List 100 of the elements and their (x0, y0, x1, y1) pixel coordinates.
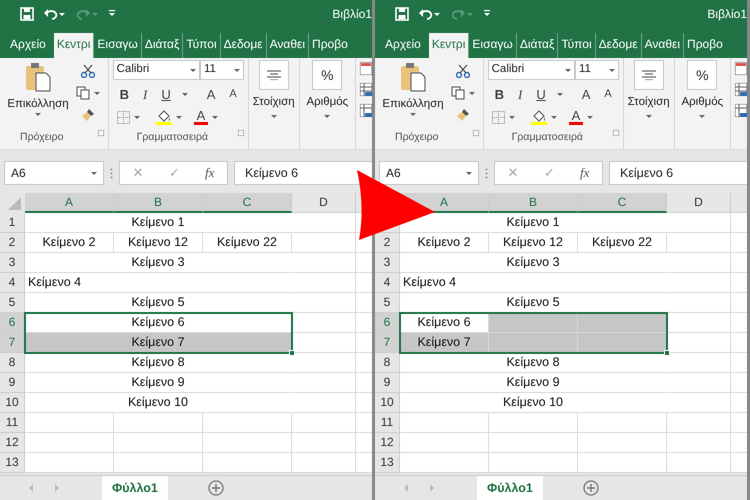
paste-button[interactable]: Επικόλληση (379, 60, 447, 122)
column-header[interactable]: D (319, 195, 328, 209)
table-format-icon[interactable] (360, 83, 372, 96)
shrink-font-button[interactable]: A (226, 89, 240, 100)
row-header[interactable]: 10 (380, 395, 394, 409)
copy-button[interactable] (451, 86, 475, 100)
row-header[interactable]: 8 (384, 355, 390, 369)
underline-button[interactable]: U (533, 88, 549, 101)
font-dropdown[interactable]: Calibri (488, 60, 575, 80)
name-box[interactable]: A6 (379, 161, 479, 185)
column-header[interactable]: C (578, 193, 667, 213)
font-color-button[interactable]: A (568, 109, 594, 125)
font-dropdown[interactable]: Calibri (112, 60, 200, 80)
size-dropdown[interactable]: 11 (200, 60, 244, 80)
row-header[interactable]: 5 (384, 295, 390, 309)
row-header[interactable]: 7 (0, 333, 25, 353)
cell-styles-icon[interactable] (360, 104, 372, 117)
name-box[interactable]: A6 (4, 161, 104, 185)
customize-icon[interactable] (483, 10, 491, 18)
borders-button[interactable] (116, 110, 140, 124)
empty-cell (667, 393, 731, 413)
row-header[interactable]: 12 (5, 435, 19, 449)
group-label: Γραμματοσειρά (136, 130, 208, 146)
column-header[interactable]: A (25, 193, 114, 213)
ribbon-tab[interactable]: Αρχείο (381, 32, 429, 58)
row-header[interactable]: 6 (375, 313, 400, 333)
row-header[interactable]: 3 (8, 255, 16, 269)
empty-cell (292, 273, 356, 293)
number-format-button[interactable]: % Αριθμός (681, 60, 724, 118)
row-header[interactable]: 9 (384, 375, 390, 389)
row-header[interactable]: 11 (6, 415, 18, 429)
row-header[interactable]: 10 (5, 395, 19, 409)
column-header[interactable]: B (489, 193, 578, 213)
caret-icon (508, 116, 515, 118)
borders-button[interactable] (492, 110, 515, 124)
formula-field[interactable]: Κείμενο 6 (609, 161, 747, 185)
add-sheet-icon[interactable] (208, 480, 224, 496)
customize-icon[interactable] (108, 10, 116, 18)
row-header[interactable]: 6 (0, 313, 25, 333)
grow-font-button[interactable]: A (204, 88, 218, 101)
sheet-tab[interactable]: Φύλλο1 (102, 476, 168, 500)
sheet-tab[interactable]: Φύλλο1 (477, 476, 543, 500)
ribbon-tab[interactable]: Κεντρι (54, 32, 94, 58)
table-cell: Κείμενο 22 (203, 233, 292, 253)
conditional-format-icon[interactable] (735, 62, 747, 75)
font-color-button[interactable]: A (194, 109, 218, 125)
save-icon[interactable] (395, 7, 409, 21)
row-header[interactable]: 5 (8, 295, 16, 309)
row-header[interactable]: 4 (384, 275, 390, 289)
bold-button[interactable]: B (492, 88, 508, 101)
grow-font-button[interactable]: A (578, 88, 594, 101)
fill-color-button[interactable] (530, 109, 557, 125)
cell-styles-icon[interactable] (735, 104, 747, 117)
row-header[interactable]: 9 (8, 375, 16, 389)
row-header[interactable]: 8 (8, 355, 16, 369)
formula-field[interactable]: Κείμενο 6 (234, 161, 372, 185)
table-format-icon[interactable] (735, 83, 747, 96)
conditional-format-icon[interactable] (360, 62, 372, 75)
number-format-button[interactable]: % Αριθμός (306, 60, 348, 118)
bold-button[interactable]: B (116, 88, 132, 101)
table-cell: Κείμενο 10 (400, 393, 667, 413)
row-header[interactable]: 2 (8, 235, 16, 249)
add-sheet-icon[interactable] (582, 480, 599, 496)
row-header[interactable]: 7 (375, 333, 400, 353)
copy-button[interactable] (76, 86, 100, 100)
size-dropdown[interactable]: 11 (574, 60, 619, 80)
fill-color-button[interactable] (156, 109, 182, 125)
row-header[interactable]: 2 (384, 235, 390, 249)
italic-button[interactable]: I (140, 88, 150, 101)
ribbon-tab[interactable]: Κεντρι (428, 32, 468, 58)
column-header[interactable]: B (114, 193, 203, 213)
insert-function-button[interactable]: fx (205, 163, 214, 183)
row-header[interactable]: 13 (5, 455, 19, 469)
insert-function-button[interactable]: fx (580, 163, 590, 183)
paste-button[interactable]: Επικόλληση (4, 60, 72, 122)
italic-button[interactable]: I (515, 88, 526, 101)
save-icon[interactable] (20, 7, 34, 21)
shrink-font-button[interactable]: A (601, 89, 615, 100)
launcher-icon[interactable] (612, 130, 619, 136)
alignment-button[interactable]: Στοίχιση (628, 60, 670, 118)
underline-button[interactable]: U (158, 88, 174, 101)
fill-handle[interactable] (664, 350, 670, 356)
ribbon-tab[interactable]: Αρχείο (6, 32, 54, 58)
row-header[interactable]: 12 (380, 435, 394, 449)
column-header[interactable]: D (694, 195, 703, 209)
row-header[interactable]: 3 (384, 255, 390, 269)
launcher-icon[interactable] (472, 130, 479, 136)
launcher-icon[interactable] (238, 130, 244, 136)
column-header[interactable]: C (203, 193, 292, 213)
fill-handle[interactable] (289, 350, 295, 356)
row-header[interactable]: 1 (8, 215, 16, 229)
table-cell: Κείμενο 9 (400, 373, 667, 393)
caret-icon (176, 116, 182, 118)
row-header[interactable]: 13 (380, 455, 394, 469)
row-header[interactable]: 11 (380, 415, 394, 429)
alignment-button[interactable]: Στοίχιση (252, 60, 295, 118)
undo-icon[interactable] (419, 8, 441, 20)
row-header[interactable]: 4 (8, 275, 16, 289)
launcher-icon[interactable] (98, 130, 104, 136)
undo-icon[interactable] (44, 8, 66, 20)
